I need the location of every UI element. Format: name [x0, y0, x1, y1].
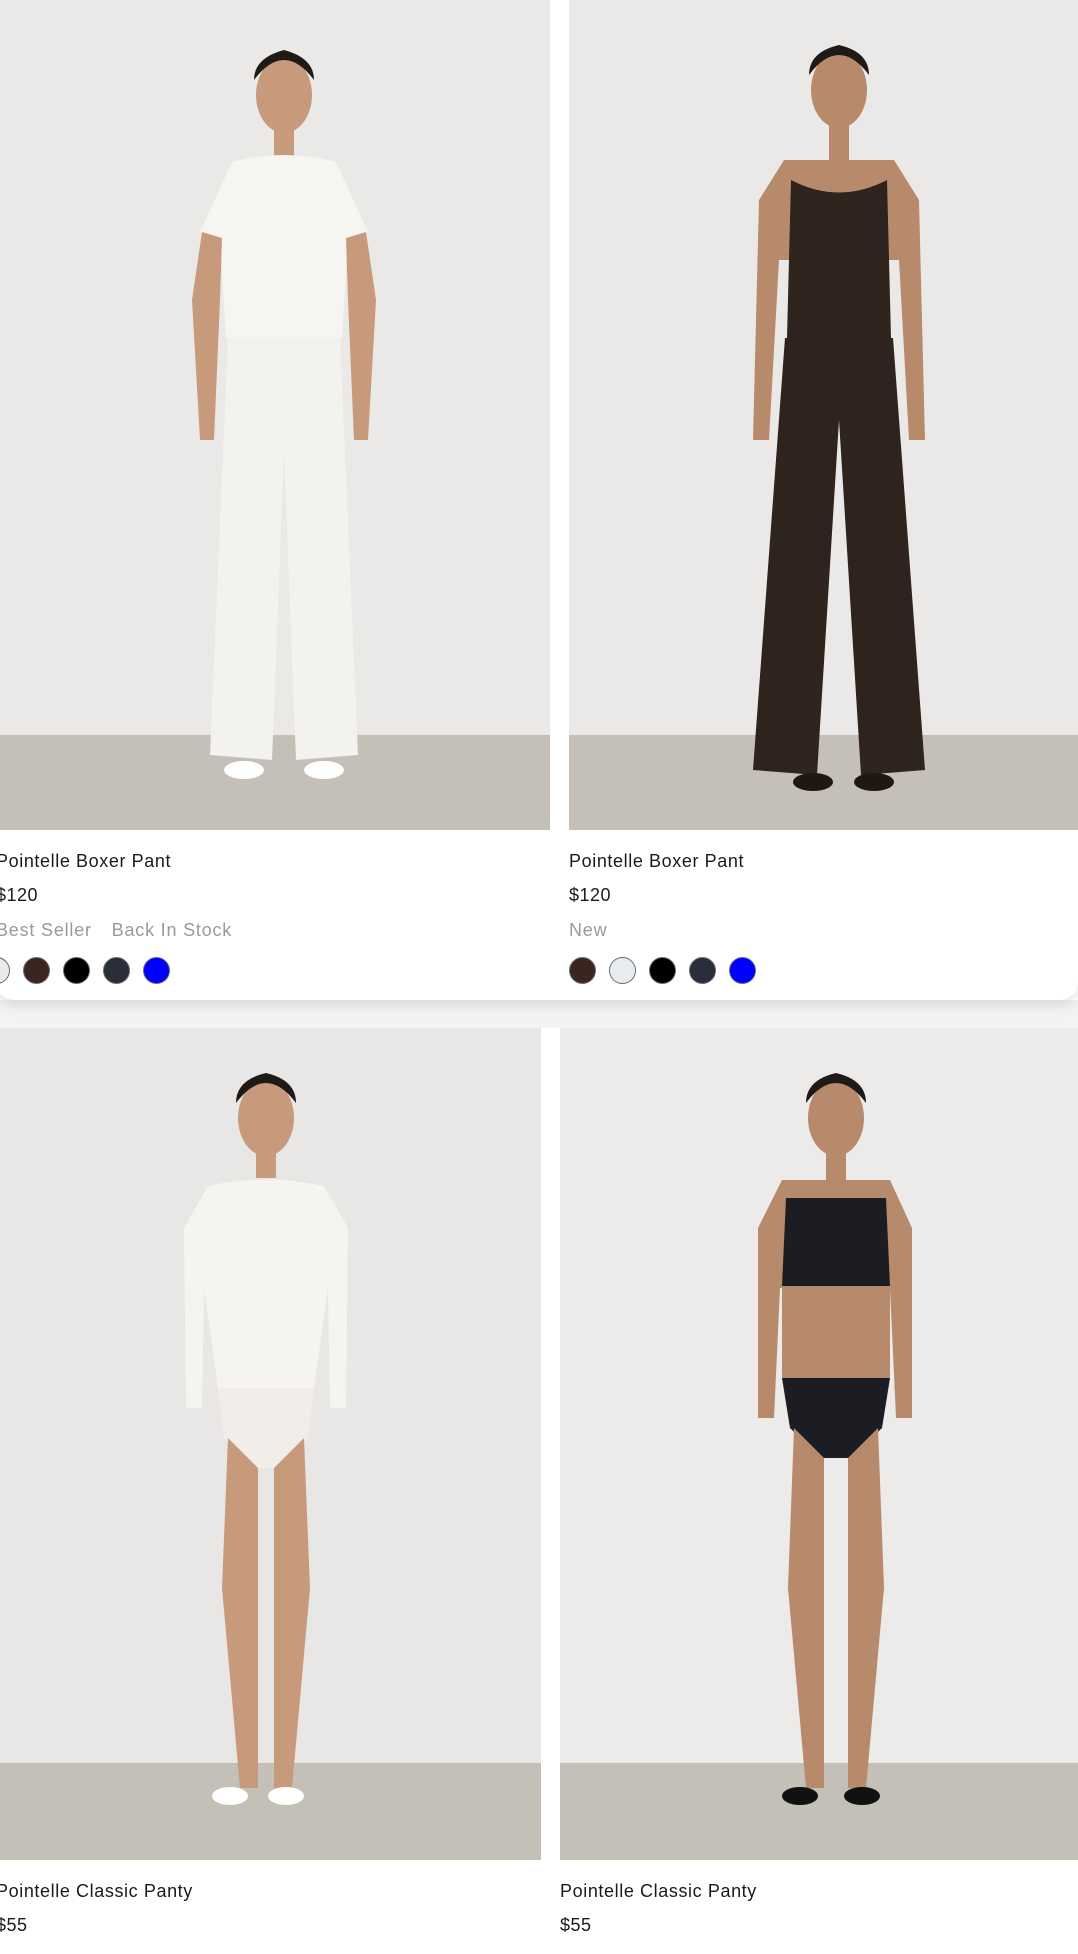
product-tags: New [569, 920, 621, 941]
product-card[interactable]: Pointelle Boxer Pant $120 New [569, 0, 1078, 1000]
product-title[interactable]: Pointelle Boxer Pant [569, 851, 744, 872]
product-grid: Pointelle Boxer Pant $120 Best Seller Ba… [0, 0, 1078, 1954]
product-price: $120 [0, 885, 39, 905]
product-price: $55 [560, 1915, 592, 1935]
swatch-blue[interactable] [143, 957, 170, 984]
color-swatches [0, 957, 170, 984]
product-price: $55 [0, 1915, 28, 1935]
product-price: $120 [569, 885, 612, 905]
swatch-blue[interactable] [729, 957, 756, 984]
swatch-brown[interactable] [569, 957, 596, 984]
swatch-black[interactable] [649, 957, 676, 984]
product-title[interactable]: Pointelle Classic Panty [0, 1881, 193, 1902]
product-card[interactable]: Pointelle Boxer Pant $120 Best Seller Ba… [0, 0, 550, 1000]
swatch-navy[interactable] [689, 957, 716, 984]
product-tags: Best Seller Back In Stock [0, 920, 246, 941]
color-swatches [569, 957, 756, 984]
tag-best-seller: Best Seller [0, 920, 92, 940]
swatch-brown[interactable] [23, 957, 50, 984]
product-title[interactable]: Pointelle Boxer Pant [0, 851, 171, 872]
swatch-white[interactable] [0, 957, 10, 984]
tag-back-in-stock: Back In Stock [111, 920, 233, 940]
product-card[interactable]: Pointelle Classic Panty $55 [0, 1028, 541, 1954]
swatch-white[interactable] [609, 957, 636, 984]
row-divider [0, 1000, 1078, 1028]
product-image[interactable] [569, 0, 1078, 830]
product-image[interactable] [560, 1028, 1078, 1860]
product-title[interactable]: Pointelle Classic Panty [560, 1881, 757, 1902]
product-image[interactable] [0, 0, 550, 830]
product-image[interactable] [0, 1028, 541, 1860]
tag-new: New [569, 920, 608, 940]
swatch-black[interactable] [63, 957, 90, 984]
product-card[interactable]: Pointelle Classic Panty $55 [560, 1028, 1078, 1954]
swatch-navy[interactable] [103, 957, 130, 984]
